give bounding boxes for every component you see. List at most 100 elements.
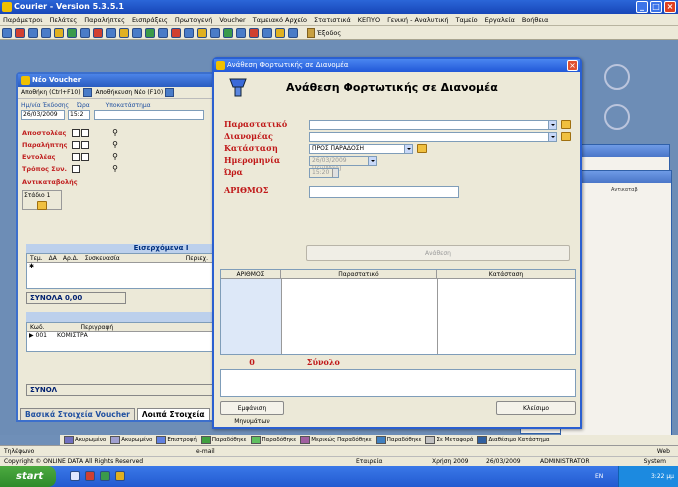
tab-other[interactable]: Λοιπά Στοιχεία: [136, 408, 210, 420]
messages-area[interactable]: [220, 369, 576, 397]
date-field[interactable]: 26/03/2009: [21, 110, 65, 120]
menu-item[interactable]: Εισπράξεις: [132, 14, 168, 25]
col-doc[interactable]: Παραστατικό: [281, 270, 437, 278]
folder-icon[interactable]: [417, 144, 427, 153]
quicklaunch-icon[interactable]: [115, 471, 125, 481]
toolbar-icon[interactable]: [132, 27, 142, 38]
chevron-down-icon[interactable]: [404, 145, 412, 153]
branch-field[interactable]: [94, 110, 204, 120]
status-bar-bottom: Copyright © ONLINE DATA All Rights Reser…: [0, 456, 678, 466]
toolbar-icon[interactable]: [288, 27, 298, 38]
checkbox[interactable]: [72, 129, 81, 137]
checkbox[interactable]: [72, 165, 81, 173]
menu-item[interactable]: Πρωτογενή: [175, 14, 212, 25]
quicklaunch-icon[interactable]: [100, 471, 110, 481]
number-field[interactable]: [309, 186, 459, 198]
menu-item[interactable]: Ταμείο: [456, 14, 478, 25]
menu-item[interactable]: Στατιστικά: [314, 14, 351, 25]
quicklaunch-icon[interactable]: [70, 471, 80, 481]
legend-item: Επιστροφή: [156, 435, 196, 445]
search-icon[interactable]: ⚲: [112, 152, 118, 161]
dialog-heading: Ανάθεση Φορτωτικής σε Διανομέα: [286, 81, 498, 94]
toolbar-icon[interactable]: [171, 27, 181, 38]
menu-item[interactable]: Παραλήπτες: [84, 14, 125, 25]
save-icon: [82, 88, 92, 97]
toolbar-icon[interactable]: [158, 27, 168, 38]
quicklaunch-icon[interactable]: [85, 471, 95, 481]
toolbar-icon[interactable]: [54, 27, 64, 38]
toolbar-icon[interactable]: [223, 27, 233, 38]
toolbar-icon[interactable]: [41, 27, 51, 38]
toolbar-icon[interactable]: [262, 27, 272, 38]
maximize-button[interactable]: □: [650, 1, 662, 13]
exit-button[interactable]: Έξοδος: [307, 27, 341, 39]
chevron-down-icon[interactable]: [548, 121, 556, 129]
save-new-button[interactable]: Αποθήκευση Νέο (F10): [96, 88, 175, 97]
checkbox[interactable]: [81, 153, 90, 161]
legend-item: Ακυρωμένο: [64, 435, 106, 445]
checkbox[interactable]: [72, 141, 81, 149]
assignments-table[interactable]: ΑΡΙΘΜΟΣ Παραστατικό Κατάσταση: [220, 269, 576, 355]
total-count: 0: [249, 357, 255, 367]
courier-select[interactable]: [309, 132, 557, 142]
courier-logo-icon: [229, 78, 247, 97]
save-new-icon: [165, 88, 175, 97]
status-legend: Ακυρωμένο Ακυρωμένο Επιστροφή Παραδόθηκε…: [60, 435, 678, 445]
language-indicator[interactable]: EN: [595, 466, 603, 487]
toolbar-icon[interactable]: [106, 27, 116, 38]
search-icon[interactable]: ⚲: [112, 128, 118, 137]
toolbar-icon[interactable]: [93, 27, 103, 38]
toolbar-icon[interactable]: [145, 27, 155, 38]
folder-icon[interactable]: [37, 201, 47, 210]
search-icon[interactable]: ⚲: [112, 164, 118, 173]
chevron-down-icon[interactable]: [368, 157, 376, 165]
menu-item[interactable]: Παράμετροι: [3, 14, 42, 25]
col-number[interactable]: ΑΡΙΘΜΟΣ: [221, 270, 281, 278]
col-status[interactable]: Κατάσταση: [437, 270, 575, 278]
menu-item[interactable]: Voucher: [219, 14, 245, 25]
start-button[interactable]: start: [0, 466, 56, 487]
toolbar-icon[interactable]: [15, 27, 25, 38]
search-icon[interactable]: ⚲: [112, 140, 118, 149]
chevron-down-icon[interactable]: [548, 133, 556, 141]
toolbar-icon[interactable]: [119, 27, 129, 38]
date-field[interactable]: 26/03/2009 Πεμ[Μαρ]: [309, 156, 377, 172]
assign-button[interactable]: Ανάθεση: [306, 245, 570, 261]
minimize-button[interactable]: _: [636, 1, 648, 13]
time-field[interactable]: 15:20: [309, 168, 339, 178]
menu-item[interactable]: Ταμειακό Αρχείο: [253, 14, 307, 25]
dialog-close-button[interactable]: ×: [567, 60, 578, 71]
selected-column: [221, 279, 281, 354]
tab-basic[interactable]: Βασικά Στοιχεία Voucher: [20, 408, 135, 420]
menu-item[interactable]: ΚΕΠΥΟ: [358, 14, 380, 25]
menu-item[interactable]: Πελάτες: [49, 14, 77, 25]
toolbar-icon[interactable]: [2, 27, 12, 38]
toolbar-icon[interactable]: [236, 27, 246, 38]
menu-item[interactable]: Βοήθεια: [522, 14, 549, 25]
toolbar-icon[interactable]: [28, 27, 38, 38]
toolbar-icon[interactable]: [67, 27, 77, 38]
checkbox[interactable]: [72, 153, 81, 161]
app-title-bar: Courier - Version 5.3.5.1 _ □ ×: [0, 0, 678, 14]
spinner-icon[interactable]: [332, 169, 338, 177]
status-select[interactable]: ΠΡΟΣ ΠΑΡΑΔΟΣΗ: [309, 144, 413, 154]
checkbox[interactable]: [81, 141, 90, 149]
save-button[interactable]: Αποθήκη (Ctrl+F10): [21, 88, 92, 97]
toolbar-icon[interactable]: [275, 27, 285, 38]
legend-item: Παραδόθηκε: [376, 435, 422, 445]
menu-item[interactable]: Εργαλεία: [485, 14, 515, 25]
toolbar-icon[interactable]: [184, 27, 194, 38]
close-dialog-button[interactable]: Κλείσιμο: [496, 401, 576, 415]
folder-icon[interactable]: [561, 120, 571, 129]
folder-icon[interactable]: [561, 132, 571, 141]
toolbar-icon[interactable]: [249, 27, 259, 38]
doc-select[interactable]: [309, 120, 557, 130]
menu-item[interactable]: Γενική - Αναλυτική: [387, 14, 448, 25]
toolbar-icon[interactable]: [80, 27, 90, 38]
time-field[interactable]: 15:2: [68, 110, 90, 120]
close-button[interactable]: ×: [664, 1, 676, 13]
toolbar-icon[interactable]: [210, 27, 220, 38]
checkbox[interactable]: [81, 129, 90, 137]
toolbar-icon[interactable]: [197, 27, 207, 38]
show-messages-button[interactable]: Εμφάνιση Μηνυμάτων: [220, 401, 284, 425]
